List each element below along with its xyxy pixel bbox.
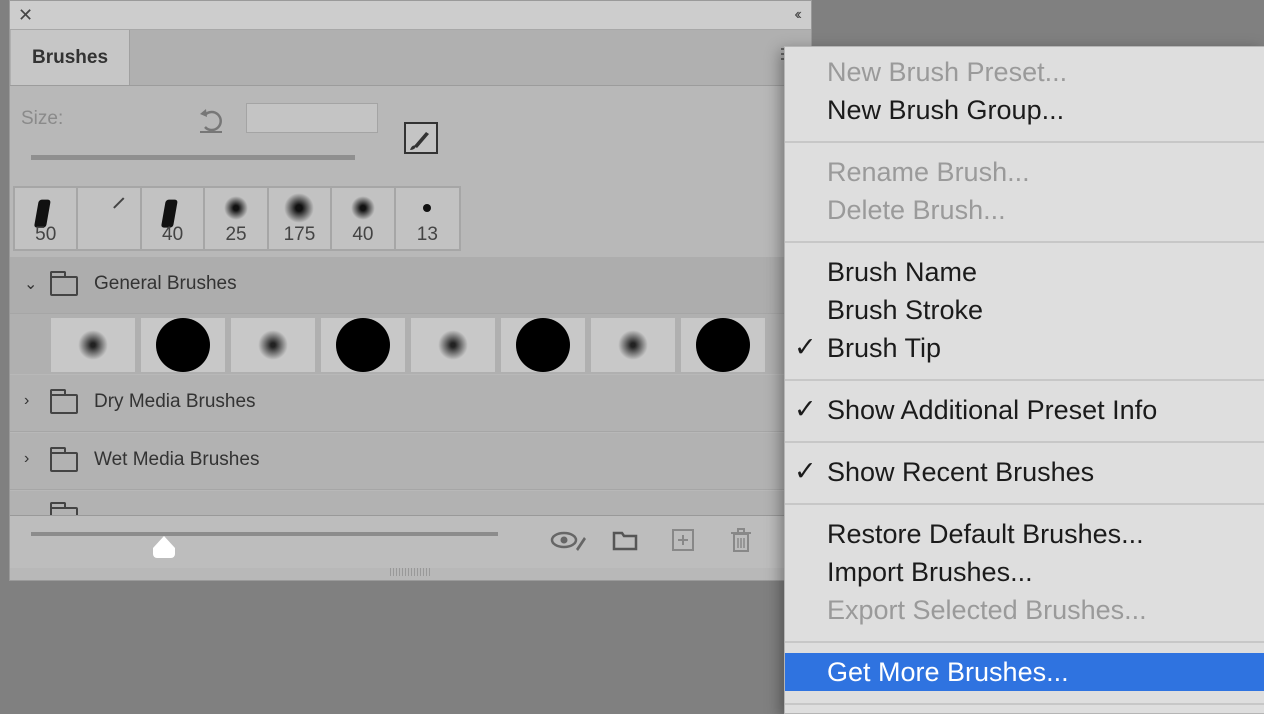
menu-item-label: Delete Brush... bbox=[827, 195, 1006, 225]
panel-flyout-menu: New Brush Preset... New Brush Group... Ren… bbox=[784, 46, 1264, 714]
group-label: Wet Media Brushes bbox=[94, 449, 260, 470]
brush-size-label: 50 bbox=[35, 224, 57, 245]
menu-item-get-more-brushes[interactable]: Get More Brushes... bbox=[785, 653, 1264, 691]
brush-size-label: 25 bbox=[225, 224, 247, 245]
reset-icon[interactable] bbox=[196, 105, 226, 135]
menu-item-label: Rename Brush... bbox=[827, 157, 1030, 187]
menu-item-brush-tip[interactable]: ✓ Brush Tip bbox=[785, 329, 1264, 367]
menu-item-label: Show Additional Preset Info bbox=[827, 395, 1158, 425]
collapse-icon[interactable]: ‹‹ bbox=[794, 5, 801, 25]
close-icon[interactable]: ✕ bbox=[18, 5, 33, 25]
folder-icon bbox=[50, 447, 78, 472]
recent-brush[interactable]: 13 bbox=[396, 188, 459, 249]
brush-size-label: 175 bbox=[283, 224, 316, 245]
group-general-brushes[interactable]: ⌄ General Brushes bbox=[10, 257, 784, 314]
menu-separator bbox=[785, 441, 1264, 443]
menu-item-label: New Brush Preset... bbox=[827, 57, 1068, 87]
size-label: Size: bbox=[21, 108, 64, 129]
menu-separator bbox=[785, 703, 1264, 705]
menu-item-label: Show Recent Brushes bbox=[827, 457, 1095, 487]
plus-square-icon[interactable] bbox=[670, 527, 696, 553]
menu-item-label: Import Brushes... bbox=[827, 557, 1033, 587]
brush-size-label: 13 bbox=[416, 224, 438, 245]
panel-titlebar: ✕ ‹‹ bbox=[10, 1, 811, 30]
trash-icon[interactable] bbox=[728, 527, 754, 553]
size-input[interactable] bbox=[246, 103, 378, 133]
menu-item-show-additional-preset-info[interactable]: ✓ Show Additional Preset Info bbox=[785, 391, 1264, 429]
tab-row: Brushes bbox=[10, 30, 811, 86]
checkmark-icon: ✓ bbox=[794, 394, 817, 424]
brush-tip-soft[interactable] bbox=[590, 317, 676, 373]
brush-tip-soft[interactable] bbox=[410, 317, 496, 373]
eye-brush-icon[interactable] bbox=[550, 527, 588, 553]
menu-item-rename-brush: Rename Brush... bbox=[785, 153, 1264, 191]
folder-icon bbox=[50, 389, 78, 414]
recent-brushes: 50 40 25 175 40 13 bbox=[13, 186, 461, 251]
menu-separator bbox=[785, 141, 1264, 143]
brush-size-label: 40 bbox=[352, 224, 374, 245]
folder-icon[interactable] bbox=[612, 527, 638, 553]
slider-thumb[interactable] bbox=[153, 536, 175, 548]
menu-item-import-brushes[interactable]: Import Brushes... bbox=[785, 553, 1264, 591]
tab-brushes[interactable]: Brushes bbox=[11, 30, 130, 85]
menu-item-label: Export Selected Brushes... bbox=[827, 595, 1147, 625]
brush-tip-soft[interactable] bbox=[230, 317, 316, 373]
brush-size-label: 40 bbox=[162, 224, 184, 245]
recent-brush[interactable]: 40 bbox=[332, 188, 396, 249]
group-wet-media-brushes[interactable]: › Wet Media Brushes bbox=[10, 433, 784, 490]
menu-item-label: Get More Brushes... bbox=[827, 657, 1069, 687]
soft-brush-tip-icon bbox=[224, 196, 249, 220]
preview-size-slider[interactable] bbox=[31, 532, 498, 536]
group-dry-media-brushes[interactable]: › Dry Media Brushes bbox=[10, 375, 784, 432]
brush-tip-hard[interactable] bbox=[140, 317, 226, 373]
menu-separator bbox=[785, 379, 1264, 381]
brush-tips-row bbox=[10, 314, 784, 374]
menu-item-new-brush-preset: New Brush Preset... bbox=[785, 53, 1264, 91]
recent-brush[interactable]: 25 bbox=[205, 188, 269, 249]
size-slider[interactable] bbox=[31, 155, 355, 160]
brush-tip-hard[interactable] bbox=[500, 317, 586, 373]
brush-tip-hard[interactable] bbox=[680, 317, 766, 373]
menu-item-label: Brush Stroke bbox=[827, 295, 984, 325]
menu-separator bbox=[785, 241, 1264, 243]
slider-thumb-base[interactable] bbox=[153, 548, 175, 558]
checkmark-icon: ✓ bbox=[794, 456, 817, 486]
brushes-panel: ✕ ‹‹ Brushes Size: 50 40 25 175 40 13 ⌄ Gener… bbox=[9, 0, 812, 581]
hard-brush-tip-icon bbox=[423, 204, 432, 212]
group-partial-row[interactable] bbox=[10, 491, 784, 516]
soft-brush-tip-icon bbox=[350, 196, 375, 220]
recent-brush[interactable]: 175 bbox=[269, 188, 333, 249]
menu-item-new-brush-group[interactable]: New Brush Group... bbox=[785, 91, 1264, 129]
panel-bottom-bar bbox=[10, 515, 784, 568]
checkmark-icon: ✓ bbox=[794, 332, 817, 362]
resize-grip[interactable] bbox=[390, 568, 430, 576]
pencil-icon bbox=[113, 197, 125, 209]
menu-separator bbox=[785, 503, 1264, 505]
menu-item-delete-brush: Delete Brush... bbox=[785, 191, 1264, 229]
recent-brush[interactable]: 50 bbox=[15, 188, 79, 249]
group-label: General Brushes bbox=[94, 273, 237, 294]
menu-item-brush-name[interactable]: Brush Name bbox=[785, 253, 1264, 291]
brush-tip-soft[interactable] bbox=[50, 317, 136, 373]
chevron-right-icon[interactable]: › bbox=[24, 450, 29, 468]
menu-item-restore-default-brushes[interactable]: Restore Default Brushes... bbox=[785, 515, 1264, 553]
group-label: Dry Media Brushes bbox=[94, 391, 256, 412]
menu-item-label: Brush Tip bbox=[827, 333, 942, 363]
folder-icon bbox=[50, 271, 78, 296]
chevron-down-icon[interactable]: ⌄ bbox=[24, 274, 37, 294]
recent-brush[interactable]: 40 bbox=[142, 188, 206, 249]
menu-item-brush-stroke[interactable]: Brush Stroke bbox=[785, 291, 1264, 329]
recent-brush[interactable] bbox=[78, 188, 142, 249]
menu-item-export-selected-brushes: Export Selected Brushes... bbox=[785, 591, 1264, 629]
menu-item-label: New Brush Group... bbox=[827, 95, 1065, 125]
chevron-right-icon[interactable]: › bbox=[24, 392, 29, 410]
menu-item-label: Brush Name bbox=[827, 257, 978, 287]
soft-brush-tip-icon bbox=[284, 193, 315, 223]
menu-item-label: Restore Default Brushes... bbox=[827, 519, 1144, 549]
brush-settings-icon[interactable] bbox=[404, 122, 438, 154]
menu-item-show-recent-brushes[interactable]: ✓ Show Recent Brushes bbox=[785, 453, 1264, 491]
menu-separator bbox=[785, 641, 1264, 643]
brush-tip-hard[interactable] bbox=[320, 317, 406, 373]
